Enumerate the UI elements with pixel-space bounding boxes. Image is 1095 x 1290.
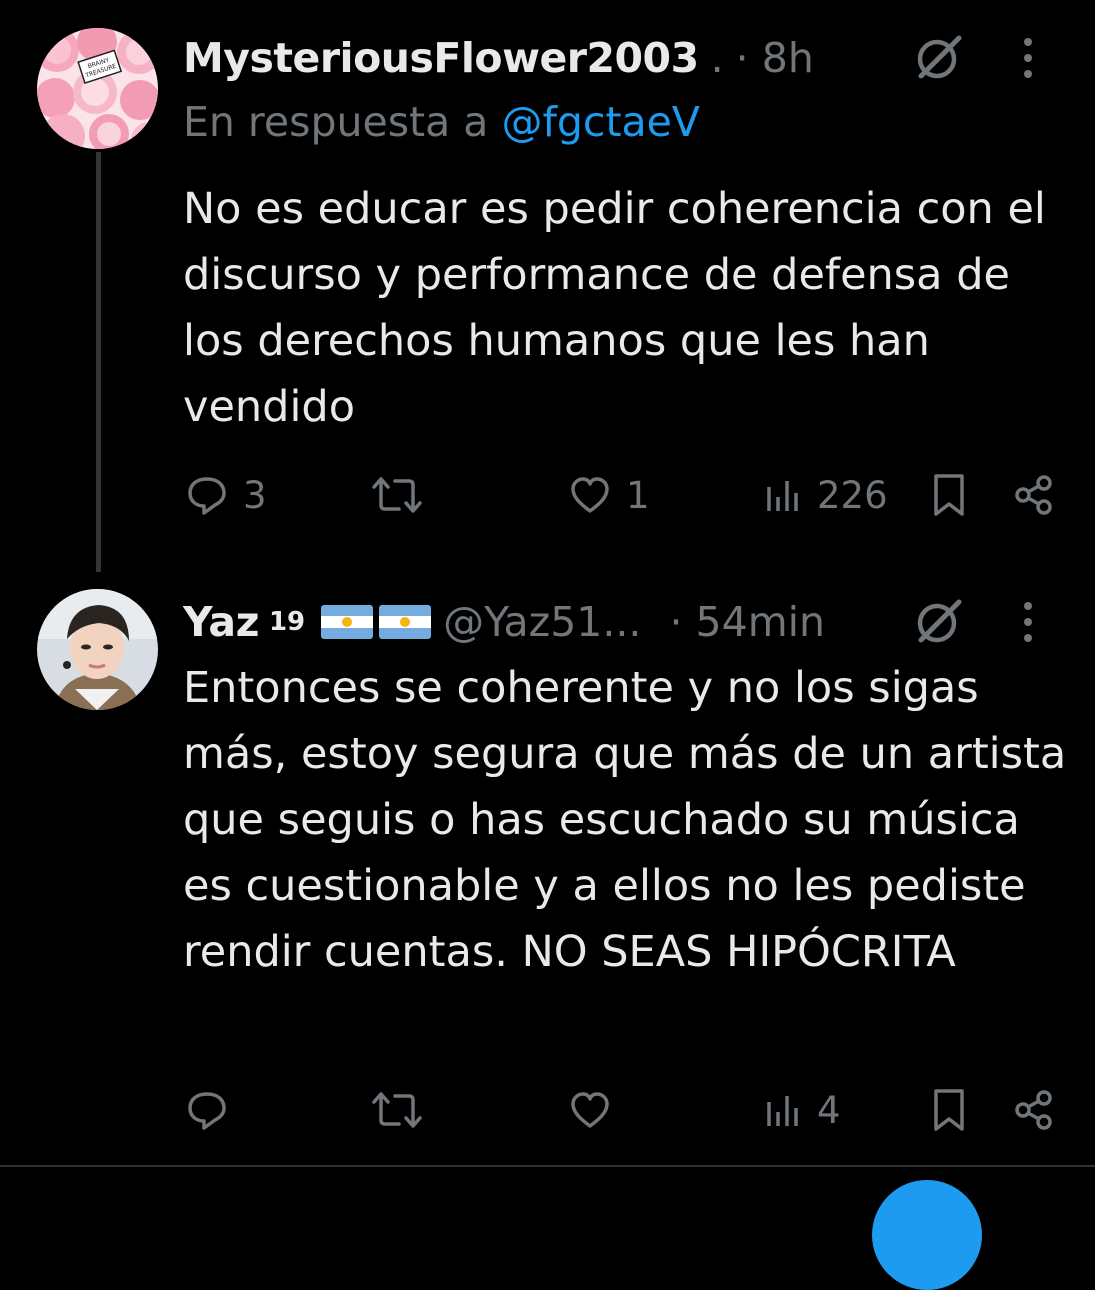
bookmark-icon xyxy=(931,1087,967,1133)
retweet-icon xyxy=(371,473,423,517)
thread-line xyxy=(96,152,101,572)
share-button[interactable] xyxy=(1013,470,1055,520)
handle-ellipsis[interactable]: . xyxy=(711,34,724,82)
name-superscript: 19 xyxy=(268,607,306,637)
retweet-button[interactable] xyxy=(371,1085,437,1135)
more-icon[interactable] xyxy=(1021,600,1035,644)
reply-prefix: En respuesta a xyxy=(183,98,489,146)
views-button[interactable]: 226 xyxy=(763,470,888,520)
avatar[interactable] xyxy=(37,589,158,710)
timestamp[interactable]: · 8h xyxy=(736,34,814,82)
share-icon xyxy=(1013,1088,1055,1132)
name-flags xyxy=(315,605,432,639)
display-name[interactable]: Yaz xyxy=(183,598,259,646)
action-bar: 4 xyxy=(183,1085,1055,1135)
tweet-header: Yaz 19 @Yaz51... · 54min xyxy=(183,592,1065,652)
action-bar: 3 1 226 xyxy=(183,470,1055,520)
grok-icon[interactable] xyxy=(913,596,965,648)
share-icon xyxy=(1013,473,1055,517)
retweet-button[interactable] xyxy=(371,470,437,520)
like-button[interactable] xyxy=(568,1085,626,1135)
divider xyxy=(0,1165,1095,1167)
share-button[interactable] xyxy=(1013,1085,1055,1135)
retweet-icon xyxy=(371,1088,423,1132)
bookmark-icon xyxy=(931,472,967,518)
timestamp[interactable]: · 54min xyxy=(669,598,825,646)
views-count: 226 xyxy=(817,473,888,517)
reply-icon xyxy=(185,473,229,517)
more-icon[interactable] xyxy=(1021,36,1035,80)
views-icon xyxy=(763,1088,803,1132)
display-name[interactable]: MysteriousFlower2003 xyxy=(183,34,699,82)
tweet-header: MysteriousFlower2003 . · 8h xyxy=(183,28,1065,88)
reply-button[interactable]: 3 xyxy=(185,470,267,520)
like-count: 1 xyxy=(626,473,650,517)
like-button[interactable]: 1 xyxy=(568,470,650,520)
tweet-text: Entonces se coherente y no los sigas más… xyxy=(183,663,1067,977)
handle[interactable]: @Yaz51... xyxy=(443,598,641,646)
compose-button[interactable] xyxy=(872,1180,982,1290)
tweet-text: No es educar es pedir coherencia con el … xyxy=(183,184,1046,432)
argentina-flag-icon xyxy=(321,605,374,639)
argentina-flag-icon xyxy=(379,605,432,639)
bookmark-button[interactable] xyxy=(931,1085,967,1135)
reply-handle-link[interactable]: @fgctaeV xyxy=(501,98,699,146)
views-count: 4 xyxy=(817,1088,841,1132)
grok-icon[interactable] xyxy=(913,32,965,84)
reply-icon xyxy=(185,1088,229,1132)
like-icon xyxy=(568,1088,612,1132)
reply-button[interactable] xyxy=(185,1085,243,1135)
reply-context: En respuesta a @fgctaeV xyxy=(183,98,700,146)
reply-count: 3 xyxy=(243,473,267,517)
views-button[interactable]: 4 xyxy=(763,1085,841,1135)
like-icon xyxy=(568,473,612,517)
views-icon xyxy=(763,473,803,517)
bookmark-button[interactable] xyxy=(931,470,967,520)
avatar[interactable]: BRAINY TREASURE xyxy=(37,28,158,149)
